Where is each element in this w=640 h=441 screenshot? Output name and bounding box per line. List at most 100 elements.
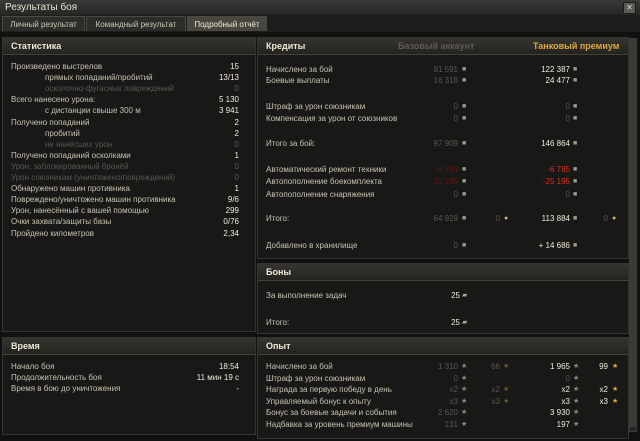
tab-team-result[interactable]: Командный результат: [86, 16, 186, 31]
stats-row: пробитий 2: [3, 129, 255, 139]
xp-prem-value: 3 930: [549, 408, 570, 417]
xp-row: Бонус за боевые задачи и события 2 620 ★ 3 …: [258, 408, 628, 418]
coin-icon: ■: [573, 166, 578, 173]
bonds-row: За выполнение задач 25 ▰: [258, 291, 628, 301]
coin-icon: ■: [573, 178, 578, 185]
credits-base-value: 0: [453, 241, 458, 250]
credits-base-value: 16 318: [433, 76, 458, 85]
time-label: Время в бою до уничтожения: [11, 384, 121, 393]
xp-base-free-value: x3: [491, 396, 500, 406]
bonds-panel: Боны За выполнение задач 25 ▰ Итого: 25 ▰: [257, 263, 629, 334]
tab-personal-result[interactable]: Личный результат: [2, 16, 85, 31]
stats-value: 1: [234, 150, 239, 160]
time-row: Продолжительность боя 11 мин 19 с: [3, 373, 255, 383]
bonds-value: 25: [451, 318, 460, 327]
time-label: Начало боя: [11, 362, 55, 371]
coin-icon: ■: [462, 191, 467, 198]
time-title: Время: [11, 341, 40, 351]
star-icon: ★: [573, 363, 580, 370]
scrollbar-thumb[interactable]: [630, 39, 636, 427]
credits-row: Автопополнение боекомплекта -25 195 ■ -25 1…: [258, 177, 628, 187]
statistics-header: Статистика: [3, 38, 255, 55]
xp-label: Управляемый бонус к опыту: [266, 396, 371, 406]
coin-icon: ■: [462, 242, 467, 249]
scrollbar[interactable]: [629, 38, 637, 432]
coin-icon: ■: [462, 215, 467, 222]
close-icon[interactable]: ✕: [623, 2, 636, 14]
stats-label: Произведено выстрелов: [11, 62, 103, 71]
bonds-title: Боны: [266, 267, 292, 277]
xp-prem-value: x3: [561, 396, 570, 406]
credits-base-value: 81 591: [433, 65, 458, 74]
credits-prem-value: 146 864: [541, 139, 570, 148]
stats-label: Повреждено/уничтожено машин противника: [11, 195, 176, 205]
column-tank-premium: Танковый премиум: [533, 41, 620, 51]
xp-prem-free-value: 99: [599, 362, 608, 371]
coin-icon: ■: [462, 178, 467, 185]
credits-row: Итого за бой: 97 909 ■ 146 864 ■: [258, 139, 628, 149]
coin-icon: ■: [573, 215, 578, 222]
bonds-label: Итого:: [266, 318, 290, 327]
stats-value: 299: [225, 206, 239, 216]
stats-value: 13/13: [218, 73, 239, 83]
xp-title: Опыт: [266, 341, 291, 351]
stats-value: 15: [230, 62, 239, 71]
tab-detailed-report[interactable]: Подробный отчёт: [187, 16, 267, 31]
gold-star-icon: ★: [612, 386, 619, 393]
bond-icon: ▰: [462, 319, 468, 326]
credits-row: Автоматический ремонт техники -6 785 ■ -6 7…: [258, 165, 628, 175]
credits-row: Компенсация за урон от союзников 0 ■ 0 ■: [258, 114, 628, 124]
credits-prem-gold: 0: [603, 214, 608, 223]
credits-label: Итого:: [266, 214, 290, 223]
credits-header: Кредиты Базовый аккаунт Танковый премиум: [258, 38, 628, 55]
time-value: 18:54: [218, 362, 239, 371]
gold-coin-icon: ●: [504, 215, 509, 222]
stats-label: осколочно-фугасных повреждений: [45, 84, 174, 94]
stats-row: прямых попаданий/пробитий 13/13: [3, 73, 255, 83]
credits-row: Итого: 64 929 ■ 113 884 ■ 0 ● 0 ●: [258, 214, 628, 224]
xp-prem-value: 197: [556, 419, 570, 429]
credits-label: Штраф за урон союзникам: [266, 102, 366, 111]
xp-panel: Опыт Начислено за бой 1 310 ★ 66 ★ 1 965 ★ 99 ★ Ш…: [257, 337, 629, 439]
xp-row: Штраф за урон союзникам 0 ★ 0 ★: [258, 374, 628, 384]
stats-row: Урон союзникам (уничтожено/повреждений) 0: [3, 173, 255, 183]
gold-star-icon: ★: [503, 363, 510, 370]
credits-label: Добавлено в хранилище: [266, 241, 358, 250]
xp-label: Штраф за урон союзникам: [266, 373, 366, 383]
xp-row: Надбавка за уровень премиум машины 131 ★ 19…: [258, 420, 628, 430]
stats-row: не нанёсших урон 0: [3, 140, 255, 150]
credits-prem-value: 0: [565, 114, 570, 123]
star-icon: ★: [461, 397, 468, 405]
xp-label: Начислено за бой: [266, 362, 333, 371]
stats-label: Очки захвата/защиты базы: [11, 217, 112, 227]
stats-label: Всего нанесено урона:: [11, 95, 96, 105]
stats-label: не нанёсших урон: [45, 139, 113, 149]
credits-label: Боевые выплаты: [266, 76, 330, 85]
credits-prem-value: 122 387: [541, 65, 570, 74]
stats-value: 0/76: [223, 217, 239, 227]
bonds-header: Боны: [258, 264, 628, 281]
credits-label: Компенсация за урон от союзников: [266, 114, 398, 123]
credits-base-value: 97 909: [433, 139, 458, 148]
stats-label: Получено попаданий осколками: [11, 150, 131, 160]
star-icon: ★: [573, 409, 580, 416]
xp-row: Начислено за бой 1 310 ★ 66 ★ 1 965 ★ 99 ★: [258, 362, 628, 372]
star-icon: ★: [573, 374, 580, 382]
credits-prem-value: -25 195: [542, 177, 570, 186]
xp-base-value: x2: [449, 385, 458, 394]
coin-icon: ■: [573, 191, 578, 198]
credits-prem-value: 0: [565, 102, 570, 111]
coin-icon: ■: [573, 66, 578, 73]
xp-base-value: 2 620: [437, 408, 458, 417]
xp-row: Награда за первую победу в день x2 ★ x2 ★ x2 ★…: [258, 385, 628, 395]
gold-coin-icon: ●: [612, 215, 617, 222]
star-icon: ★: [461, 409, 468, 416]
coin-icon: ■: [462, 166, 467, 173]
xp-base-value: 0: [453, 373, 458, 383]
xp-label: Бонус за боевые задачи и события: [266, 408, 397, 417]
xp-base-value: 131: [444, 419, 458, 429]
stats-label: Обнаружено машин противника: [11, 184, 130, 194]
xp-prem-value: x2: [561, 385, 570, 394]
window-titlebar: Результаты боя ✕: [0, 0, 640, 16]
stats-value: 0: [234, 139, 239, 149]
